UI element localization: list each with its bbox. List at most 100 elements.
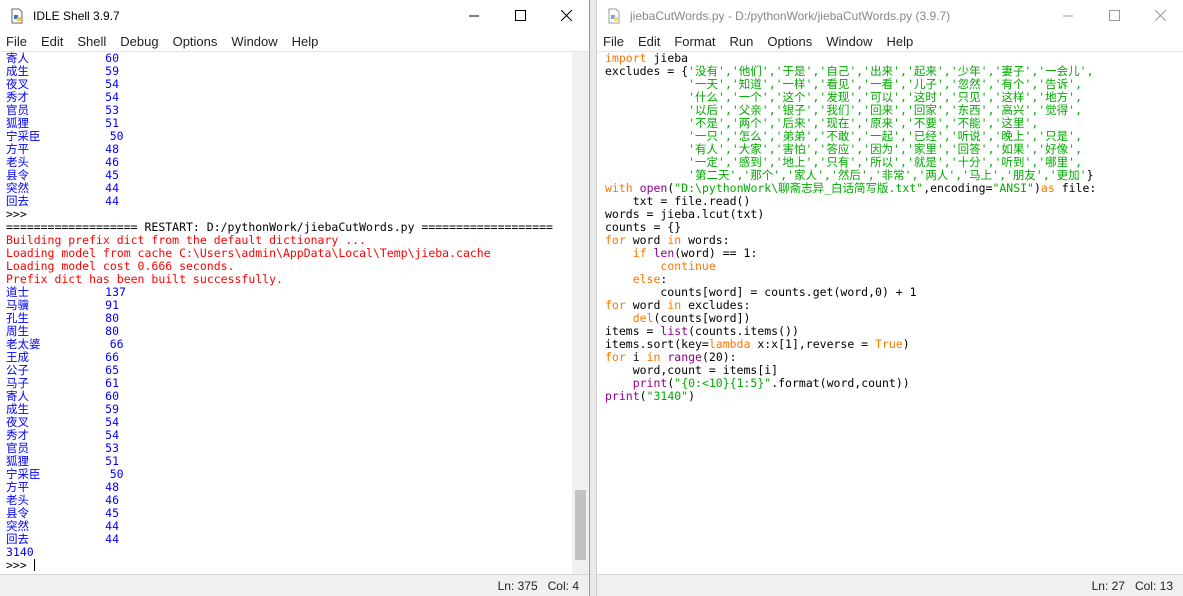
shell-menu-debug[interactable]: Debug bbox=[113, 34, 165, 49]
shell-menu-window[interactable]: Window bbox=[224, 34, 284, 49]
code-token: range bbox=[667, 350, 702, 364]
code-token: for bbox=[605, 350, 626, 364]
code-token: jieba bbox=[646, 51, 689, 65]
code-token: excludes = { bbox=[605, 64, 689, 78]
code-token: lambda bbox=[708, 337, 751, 351]
code-token: ) bbox=[902, 337, 910, 351]
code-token: (20): bbox=[701, 350, 737, 364]
editor-menu-format[interactable]: Format bbox=[667, 34, 722, 49]
code-token: "{0:<10}{1:5}" bbox=[674, 376, 772, 390]
editor-menu-help[interactable]: Help bbox=[879, 34, 920, 49]
editor-minimize-button[interactable] bbox=[1045, 0, 1091, 31]
shell-menubar: File Edit Shell Debug Options Window Help bbox=[0, 31, 589, 52]
code-token: txt = file.read() bbox=[605, 194, 751, 208]
shell-menu-shell[interactable]: Shell bbox=[70, 34, 113, 49]
code-token: '什么','一个','这个','发现','可以','这时','只见','这样',… bbox=[688, 90, 1083, 104]
minimize-icon bbox=[1063, 15, 1073, 16]
shell-window-title: IDLE Shell 3.9.7 bbox=[33, 8, 120, 23]
editor-close-button[interactable] bbox=[1137, 0, 1183, 31]
shell-output-line: 回去 44 bbox=[6, 194, 120, 208]
code-token: len bbox=[653, 246, 675, 260]
code-token: ( bbox=[639, 389, 647, 403]
editor-statusbar: Ln: 27 Col: 13 bbox=[597, 574, 1183, 596]
code-token: items.sort(key= bbox=[605, 337, 709, 351]
code-token: "D:\pythonWork\聊斋志异_白话简写版.txt" bbox=[674, 181, 924, 195]
code-token: if bbox=[632, 246, 647, 260]
code-token: counts[word] = counts.get(word,0) + 1 bbox=[605, 285, 917, 299]
code-token: '没有','他们','于是','自己','出来','起来','少年','妻子',… bbox=[688, 64, 1094, 78]
code-token: open bbox=[639, 181, 668, 195]
code-token: '一天','知道','一样','看见','一看','儿子','忽然','有个',… bbox=[688, 77, 1083, 91]
code-token: (word) == 1: bbox=[674, 246, 758, 260]
code-token: "ANSI" bbox=[992, 181, 1034, 195]
code-token: counts = {} bbox=[605, 220, 682, 234]
code-token: in bbox=[667, 233, 682, 247]
code-token: import bbox=[605, 51, 647, 65]
code-token: in bbox=[667, 298, 682, 312]
code-line: continue bbox=[605, 260, 1096, 273]
code-token: ) bbox=[1033, 181, 1041, 195]
shell-output[interactable]: 寄人 60 成生 59 夜叉 54 秀才 54 官员 53 狐狸 51 宁采臣 50 方平 4… bbox=[6, 52, 553, 572]
editor-menu-edit[interactable]: Edit bbox=[631, 34, 667, 49]
code-token: : bbox=[660, 272, 668, 286]
code-token: in bbox=[646, 350, 661, 364]
shell-menu-help[interactable]: Help bbox=[285, 34, 326, 49]
editor-menu-file[interactable]: File bbox=[597, 34, 631, 49]
code-token: as bbox=[1040, 181, 1055, 195]
code-token: else bbox=[632, 272, 661, 286]
editor-menubar: File Edit Format Run Options Window Help bbox=[597, 31, 1183, 52]
code-token: word,count = items[i] bbox=[605, 363, 779, 377]
shell-minimize-button[interactable] bbox=[451, 0, 497, 31]
shell-menu-file[interactable]: File bbox=[0, 34, 34, 49]
code-token: word bbox=[625, 298, 668, 312]
code-line: print("3140") bbox=[605, 390, 1096, 403]
shell-prompt-line[interactable]: >>> bbox=[6, 559, 553, 572]
code-token: '不是','两个','后来','现在','原来','不要','不能','这里', bbox=[688, 116, 1039, 130]
code-token: x:x[1],reverse = bbox=[750, 337, 876, 351]
shell-scrollbar[interactable] bbox=[572, 52, 589, 574]
shell-menu-edit[interactable]: Edit bbox=[34, 34, 70, 49]
idle-icon bbox=[606, 8, 622, 24]
shell-line-number: Ln: 375 bbox=[497, 578, 538, 593]
code-token: ) bbox=[688, 389, 696, 403]
shell-scrollbar-thumb[interactable] bbox=[575, 490, 586, 560]
code-token: '一定','感到','地上','只有','所以','就是','十分','听到',… bbox=[688, 155, 1083, 169]
editor-titlebar[interactable]: jiebaCutWords.py - D:/pythonWork/jiebaCu… bbox=[597, 0, 1183, 31]
editor-menu-run[interactable]: Run bbox=[723, 34, 761, 49]
shell-menu-options[interactable]: Options bbox=[166, 34, 225, 49]
idle-shell-window: IDLE Shell 3.9.7 File Edit Shell Debug Optio… bbox=[0, 0, 590, 596]
code-token: i bbox=[625, 350, 647, 364]
code-token: for bbox=[605, 233, 626, 247]
shell-column-number: Col: 4 bbox=[547, 578, 579, 593]
code-token: excludes: bbox=[681, 298, 751, 312]
code-token: '以后','父亲','银子','我们','回来','回家','东西','高兴',… bbox=[688, 103, 1083, 117]
editor-window: jiebaCutWords.py - D:/pythonWork/jiebaCu… bbox=[596, 0, 1183, 596]
code-token: (counts[word]) bbox=[653, 311, 751, 325]
code-token: '第二天','那个','家人','然后','非常','两人','马上','朋友'… bbox=[688, 168, 1087, 182]
shell-titlebar[interactable]: IDLE Shell 3.9.7 bbox=[0, 0, 589, 31]
shell-maximize-button[interactable] bbox=[497, 0, 543, 31]
code-token: file: bbox=[1054, 181, 1097, 195]
editor-maximize-button[interactable] bbox=[1091, 0, 1137, 31]
editor-code[interactable]: import jieba excludes = {'没有','他们','于是','… bbox=[605, 52, 1096, 403]
code-token: True bbox=[875, 337, 903, 351]
code-token: words = jieba.lcut(txt) bbox=[605, 207, 765, 221]
code-token: list bbox=[660, 324, 689, 338]
code-token: del bbox=[632, 311, 654, 325]
code-token: ,encoding= bbox=[923, 181, 993, 195]
shell-close-button[interactable] bbox=[543, 0, 589, 31]
code-token: '有人','大家','害怕','答应','因为','家里','回答','如果',… bbox=[688, 142, 1083, 156]
code-token: (counts.items()) bbox=[688, 324, 799, 338]
editor-menu-options[interactable]: Options bbox=[760, 34, 819, 49]
editor-menu-window[interactable]: Window bbox=[819, 34, 879, 49]
